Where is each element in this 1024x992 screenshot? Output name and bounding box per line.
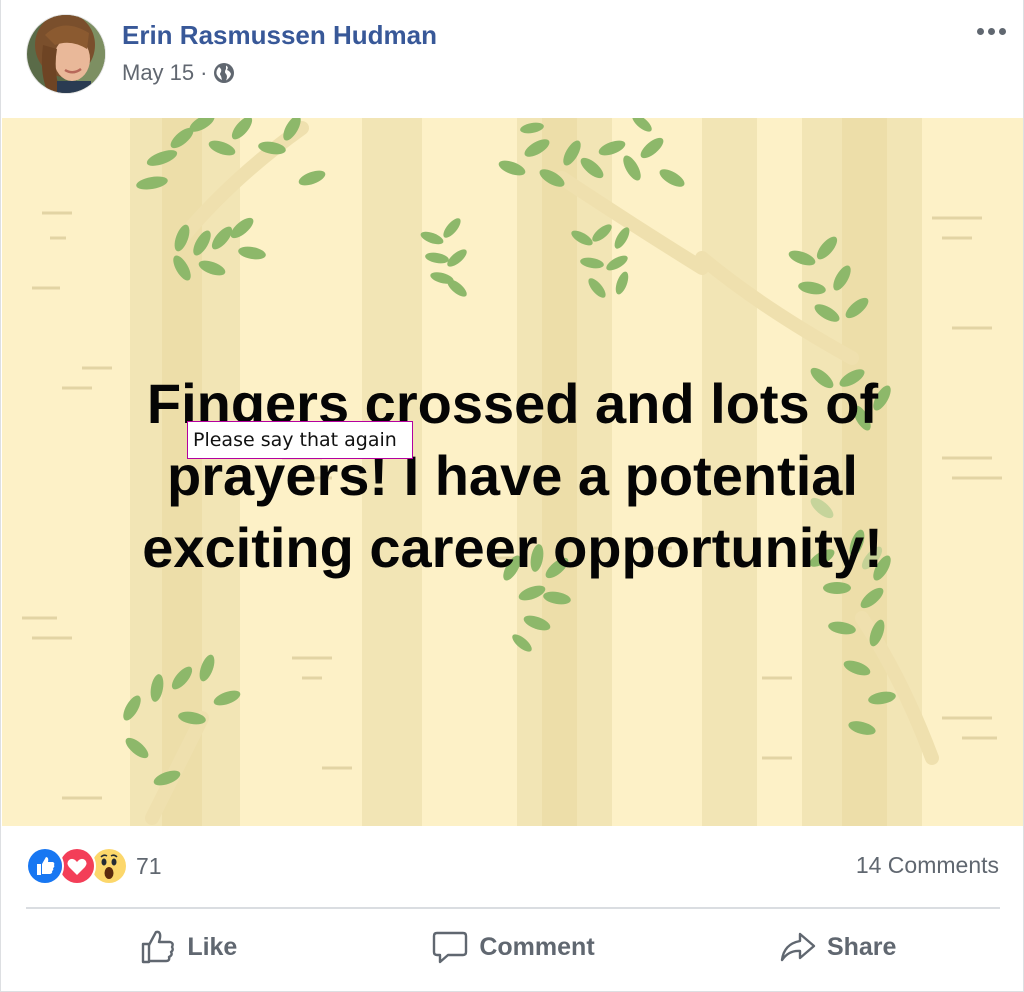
post-actions-bar: Like Comment Share: [26, 912, 1000, 982]
tooltip: Please say that again: [187, 421, 413, 459]
ellipsis-dot: [998, 27, 1006, 35]
share-arrow-icon: [779, 928, 817, 966]
author-avatar[interactable]: [26, 14, 106, 94]
meta-separator: ·: [200, 60, 208, 85]
post-meta: May 15 ·: [122, 60, 235, 86]
share-button[interactable]: Share: [675, 912, 1000, 982]
comment-button[interactable]: Comment: [351, 912, 676, 982]
post-header: Erin Rasmussen Hudman May 15 ·: [1, 0, 1024, 118]
more-options-button[interactable]: [973, 20, 1009, 42]
reactions-summary[interactable]: 71: [26, 846, 162, 886]
like-label: Like: [187, 932, 238, 961]
feed-post: Erin Rasmussen Hudman May 15 · Fingers c…: [0, 0, 1024, 992]
post-date[interactable]: May 15: [122, 60, 194, 86]
author-name[interactable]: Erin Rasmussen Hudman: [122, 20, 437, 51]
post-background[interactable]: Fingers crossed and lots of prayers! I h…: [2, 118, 1023, 826]
share-label: Share: [826, 932, 897, 961]
comments-count-link[interactable]: 14 Comments: [856, 852, 999, 879]
comment-label: Comment: [479, 932, 595, 961]
ellipsis-dot: [987, 27, 995, 35]
thumbs-up-icon: [139, 928, 177, 966]
globe-icon[interactable]: [213, 62, 235, 84]
like-reaction-icon[interactable]: [26, 847, 64, 885]
ellipsis-icon: [976, 27, 984, 35]
like-button[interactable]: Like: [26, 912, 351, 982]
reaction-count[interactable]: 71: [136, 853, 162, 880]
post-text: Fingers crossed and lots of prayers! I h…: [142, 372, 883, 579]
comment-bubble-icon: [431, 928, 469, 966]
divider: [26, 907, 1000, 909]
